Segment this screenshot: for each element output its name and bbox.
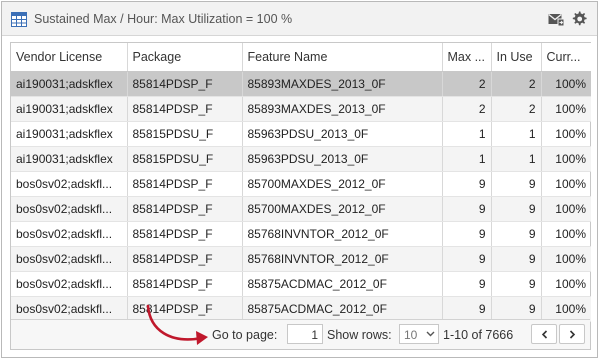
column-header-max[interactable]: Max ... bbox=[442, 43, 492, 72]
cell-current: 100% bbox=[541, 171, 591, 197]
cell-feature-name: 85893MAXDES_2013_0F bbox=[242, 71, 443, 97]
cell-in-use: 9 bbox=[491, 196, 542, 222]
column-header-feature-name[interactable]: Feature Name bbox=[242, 43, 443, 72]
cell-package: 85814PDSP_F bbox=[127, 296, 243, 322]
cell-feature-name: 85963PDSU_2013_0F bbox=[242, 146, 443, 172]
cell-current: 100% bbox=[541, 246, 591, 272]
cell-max: 9 bbox=[442, 221, 492, 247]
chevron-down-icon bbox=[426, 331, 435, 337]
table-row[interactable]: bos0sv02;adskfl... 85814PDSP_F 85875ACDMAC… bbox=[11, 271, 591, 297]
cell-max: 2 bbox=[442, 71, 492, 97]
cell-package: 85814PDSP_F bbox=[127, 71, 243, 97]
cell-in-use: 1 bbox=[491, 146, 542, 172]
cell-feature-name: 85963PDSU_2013_0F bbox=[242, 121, 443, 147]
column-header-in-use[interactable]: In Use bbox=[491, 43, 542, 72]
cell-vendor-license: bos0sv02;adskfl... bbox=[11, 196, 128, 222]
utilization-widget: Sustained Max / Hour: Max Utilization = … bbox=[1, 1, 598, 358]
widget-title: Sustained Max / Hour: Max Utilization = … bbox=[34, 12, 293, 26]
cell-max: 9 bbox=[442, 271, 492, 297]
cell-max: 9 bbox=[442, 171, 492, 197]
cell-in-use: 2 bbox=[491, 96, 542, 122]
cell-in-use: 9 bbox=[491, 246, 542, 272]
cell-package: 85814PDSP_F bbox=[127, 171, 243, 197]
cell-max: 9 bbox=[442, 246, 492, 272]
cell-vendor-license: bos0sv02;adskfl... bbox=[11, 246, 128, 272]
cell-current: 100% bbox=[541, 146, 591, 172]
gear-icon[interactable] bbox=[571, 11, 587, 27]
cell-current: 100% bbox=[541, 296, 591, 322]
cell-package: 85814PDSP_F bbox=[127, 221, 243, 247]
widget-header: Sustained Max / Hour: Max Utilization = … bbox=[2, 2, 597, 36]
cell-feature-name: 85875ACDMAC_2012_0F bbox=[242, 271, 443, 297]
cell-vendor-license: bos0sv02;adskfl... bbox=[11, 271, 128, 297]
column-header-package[interactable]: Package bbox=[127, 43, 243, 72]
cell-max: 9 bbox=[442, 196, 492, 222]
cell-package: 85814PDSP_F bbox=[127, 271, 243, 297]
table-row[interactable]: bos0sv02;adskfl... 85814PDSP_F 85700MAXDES… bbox=[11, 171, 591, 197]
cell-max: 1 bbox=[442, 121, 492, 147]
next-page-button[interactable] bbox=[559, 324, 585, 344]
previous-page-button[interactable] bbox=[531, 324, 557, 344]
table-row[interactable]: ai190031;adskflex 85815PDSU_F 85963PDSU_20… bbox=[11, 146, 591, 172]
cell-current: 100% bbox=[541, 221, 591, 247]
cell-feature-name: 85893MAXDES_2013_0F bbox=[242, 96, 443, 122]
table-icon bbox=[11, 12, 27, 27]
rows-per-page-select[interactable]: 10 bbox=[399, 324, 439, 344]
cell-feature-name: 85700MAXDES_2012_0F bbox=[242, 171, 443, 197]
cell-feature-name: 85768INVNTOR_2012_0F bbox=[242, 246, 443, 272]
page-number-input[interactable]: 1 bbox=[287, 324, 323, 344]
cell-max: 2 bbox=[442, 96, 492, 122]
table-row[interactable]: ai190031;adskflex 85814PDSP_F 85893MAXDES_… bbox=[11, 71, 591, 97]
cell-current: 100% bbox=[541, 196, 591, 222]
table-row[interactable]: ai190031;adskflex 85815PDSU_F 85963PDSU_20… bbox=[11, 121, 591, 147]
cell-current: 100% bbox=[541, 271, 591, 297]
cell-feature-name: 85700MAXDES_2012_0F bbox=[242, 196, 443, 222]
cell-package: 85814PDSP_F bbox=[127, 96, 243, 122]
cell-vendor-license: bos0sv02;adskfl... bbox=[11, 221, 128, 247]
cell-current: 100% bbox=[541, 71, 591, 97]
pagination-bar: Go to page: 1 Show rows: 10 1-10 of 7666 bbox=[11, 319, 590, 349]
cell-vendor-license: ai190031;adskflex bbox=[11, 146, 128, 172]
chevron-left-icon bbox=[541, 330, 548, 339]
table-header-row: Vendor License Package Feature Name Max … bbox=[11, 43, 591, 72]
license-grid: Vendor License Package Feature Name Max … bbox=[10, 42, 591, 350]
cell-vendor-license: ai190031;adskflex bbox=[11, 96, 128, 122]
table-row[interactable]: bos0sv02;adskfl... 85814PDSP_F 85768INVNTO… bbox=[11, 221, 591, 247]
cell-package: 85814PDSP_F bbox=[127, 196, 243, 222]
cell-in-use: 1 bbox=[491, 121, 542, 147]
column-header-current[interactable]: Curr... bbox=[541, 43, 591, 72]
table-row[interactable]: bos0sv02;adskfl... 85814PDSP_F 85768INVNTO… bbox=[11, 246, 591, 272]
cell-vendor-license: bos0sv02;adskfl... bbox=[11, 296, 128, 322]
chevron-right-icon bbox=[569, 330, 576, 339]
cell-current: 100% bbox=[541, 121, 591, 147]
show-rows-label: Show rows: bbox=[327, 328, 392, 342]
cell-in-use: 9 bbox=[491, 271, 542, 297]
go-to-page-label: Go to page: bbox=[212, 328, 278, 342]
table-row[interactable]: ai190031;adskflex 85814PDSP_F 85893MAXDES_… bbox=[11, 96, 591, 122]
cell-max: 1 bbox=[442, 146, 492, 172]
cell-vendor-license: ai190031;adskflex bbox=[11, 71, 128, 97]
mail-icon[interactable] bbox=[548, 12, 564, 26]
table-row[interactable]: bos0sv02;adskfl... 85814PDSP_F 85700MAXDES… bbox=[11, 196, 591, 222]
cell-in-use: 2 bbox=[491, 71, 542, 97]
cell-vendor-license: ai190031;adskflex bbox=[11, 121, 128, 147]
record-range: 1-10 of 7666 bbox=[443, 328, 514, 342]
cell-feature-name: 85875ACDMAC_2012_0F bbox=[242, 296, 443, 322]
cell-feature-name: 85768INVNTOR_2012_0F bbox=[242, 221, 443, 247]
cell-max: 9 bbox=[442, 296, 492, 322]
cell-package: 85814PDSP_F bbox=[127, 246, 243, 272]
license-table: Vendor License Package Feature Name Max … bbox=[11, 43, 591, 322]
column-header-vendor-license[interactable]: Vendor License bbox=[11, 43, 128, 72]
cell-in-use: 9 bbox=[491, 171, 542, 197]
cell-package: 85815PDSU_F bbox=[127, 121, 243, 147]
cell-vendor-license: bos0sv02;adskfl... bbox=[11, 171, 128, 197]
cell-current: 100% bbox=[541, 96, 591, 122]
cell-package: 85815PDSU_F bbox=[127, 146, 243, 172]
rows-per-page-value: 10 bbox=[404, 328, 418, 342]
table-row[interactable]: bos0sv02;adskfl... 85814PDSP_F 85875ACDMAC… bbox=[11, 296, 591, 322]
cell-in-use: 9 bbox=[491, 296, 542, 322]
cell-in-use: 9 bbox=[491, 221, 542, 247]
